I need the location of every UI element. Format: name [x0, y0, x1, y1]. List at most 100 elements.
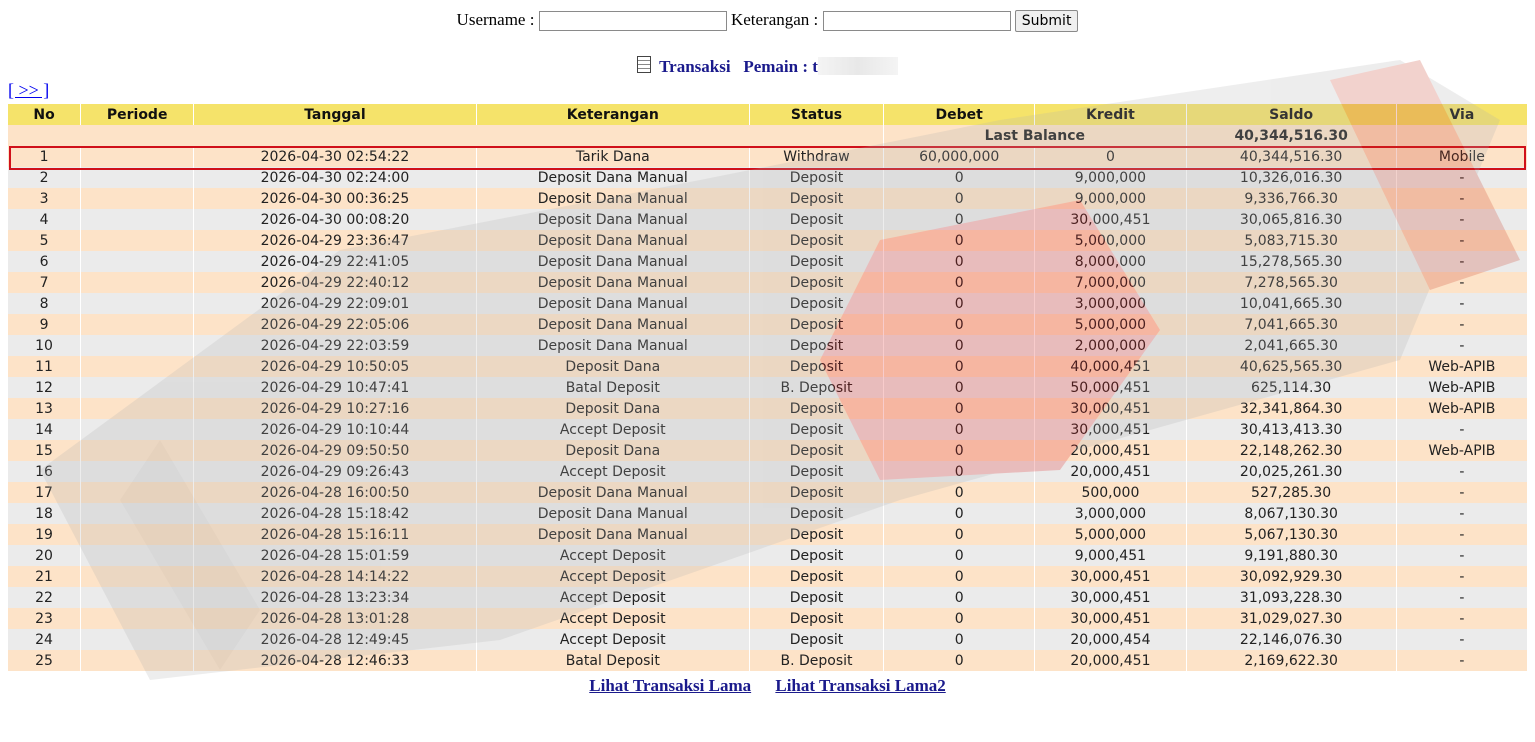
cell-periode — [81, 188, 194, 209]
cell-periode — [81, 398, 194, 419]
cell-via: - — [1396, 293, 1527, 314]
table-row: 15 2026-04-29 09:50:50 Deposit Dana Deposit… — [8, 440, 1527, 461]
table-row: 9 2026-04-29 22:05:06 Deposit Dana Manual D… — [8, 314, 1527, 335]
cell-saldo: 9,336,766.30 — [1186, 188, 1396, 209]
cell-via: Web-APIB — [1396, 377, 1527, 398]
cell-no: 4 — [8, 209, 81, 230]
last-balance-row: Last Balance 40,344,516.30 — [8, 125, 1527, 146]
cell-debet: 0 — [884, 293, 1035, 314]
cell-keterangan: Accept Deposit — [476, 419, 749, 440]
cell-status: Deposit — [749, 545, 884, 566]
cell-status: B. Deposit — [749, 377, 884, 398]
cell-tanggal: 2026-04-30 00:36:25 — [194, 188, 476, 209]
cell-saldo: 15,278,565.30 — [1186, 251, 1396, 272]
column-header-saldo[interactable]: Saldo — [1186, 104, 1396, 125]
cell-saldo: 5,083,715.30 — [1186, 230, 1396, 251]
cell-status: Deposit — [749, 440, 884, 461]
cell-via: - — [1396, 629, 1527, 650]
footer-links: Lihat Transaksi Lama Lihat Transaksi Lam… — [0, 676, 1535, 696]
cell-no: 2 — [8, 167, 81, 188]
cell-saldo: 40,625,565.30 — [1186, 356, 1396, 377]
cell-kredit: 20,000,451 — [1035, 650, 1186, 671]
last-balance-spacer — [8, 125, 884, 146]
cell-no: 21 — [8, 566, 81, 587]
cell-tanggal: 2026-04-29 22:05:06 — [194, 314, 476, 335]
cell-no: 16 — [8, 461, 81, 482]
cell-tanggal: 2026-04-29 10:10:44 — [194, 419, 476, 440]
column-header-kredit[interactable]: Kredit — [1035, 104, 1186, 125]
table-row: 14 2026-04-29 10:10:44 Accept Deposit Depos… — [8, 419, 1527, 440]
cell-periode — [81, 314, 194, 335]
cell-tanggal: 2026-04-29 09:26:43 — [194, 461, 476, 482]
column-header-no[interactable]: No — [8, 104, 81, 125]
cell-kredit: 30,000,451 — [1035, 209, 1186, 230]
column-header-tanggal[interactable]: Tanggal — [194, 104, 476, 125]
cell-kredit: 500,000 — [1035, 482, 1186, 503]
table-row: 12 2026-04-29 10:47:41 Batal Deposit B. Dep… — [8, 377, 1527, 398]
cell-kredit: 50,000,451 — [1035, 377, 1186, 398]
table-row: 18 2026-04-28 15:18:42 Deposit Dana Manual… — [8, 503, 1527, 524]
cell-no: 15 — [8, 440, 81, 461]
cell-debet: 0 — [884, 167, 1035, 188]
cell-via: - — [1396, 188, 1527, 209]
submit-button[interactable]: Submit — [1014, 10, 1079, 33]
cell-via: - — [1396, 461, 1527, 482]
cell-keterangan: Accept Deposit — [476, 566, 749, 587]
cell-via: - — [1396, 608, 1527, 629]
cell-keterangan: Deposit Dana — [476, 398, 749, 419]
cell-no: 8 — [8, 293, 81, 314]
cell-periode — [81, 230, 194, 251]
cell-debet: 0 — [884, 398, 1035, 419]
cell-tanggal: 2026-04-28 15:16:11 — [194, 524, 476, 545]
cell-saldo: 5,067,130.30 — [1186, 524, 1396, 545]
cell-no: 23 — [8, 608, 81, 629]
cell-status: Deposit — [749, 314, 884, 335]
table-row: 17 2026-04-28 16:00:50 Deposit Dana Manual… — [8, 482, 1527, 503]
cell-periode — [81, 335, 194, 356]
cell-kredit: 20,000,451 — [1035, 461, 1186, 482]
cell-via: - — [1396, 524, 1527, 545]
cell-keterangan: Deposit Dana Manual — [476, 524, 749, 545]
cell-tanggal: 2026-04-28 15:01:59 — [194, 545, 476, 566]
cell-via: - — [1396, 335, 1527, 356]
column-header-via[interactable]: Via — [1396, 104, 1527, 125]
cell-debet: 0 — [884, 461, 1035, 482]
keterangan-label: Keterangan : — [730, 10, 819, 29]
cell-debet: 0 — [884, 419, 1035, 440]
cell-debet: 0 — [884, 188, 1035, 209]
cell-no: 19 — [8, 524, 81, 545]
table-row: 5 2026-04-29 23:36:47 Deposit Dana Manual D… — [8, 230, 1527, 251]
cell-saldo: 8,067,130.30 — [1186, 503, 1396, 524]
cell-via: - — [1396, 587, 1527, 608]
next-page-link[interactable]: [ >> ] — [8, 80, 49, 101]
old-transactions-link-2[interactable]: Lihat Transaksi Lama2 — [775, 676, 945, 695]
cell-debet: 0 — [884, 629, 1035, 650]
cell-keterangan: Accept Deposit — [476, 629, 749, 650]
cell-keterangan: Deposit Dana Manual — [476, 314, 749, 335]
cell-debet: 0 — [884, 524, 1035, 545]
cell-debet: 0 — [884, 209, 1035, 230]
cell-debet: 0 — [884, 566, 1035, 587]
last-balance-label: Last Balance — [884, 125, 1186, 146]
cell-keterangan: Batal Deposit — [476, 377, 749, 398]
column-header-debet[interactable]: Debet — [884, 104, 1035, 125]
column-header-status[interactable]: Status — [749, 104, 884, 125]
cell-kredit: 20,000,454 — [1035, 629, 1186, 650]
cell-debet: 0 — [884, 587, 1035, 608]
cell-keterangan: Deposit Dana — [476, 356, 749, 377]
cell-status: Deposit — [749, 398, 884, 419]
cell-periode — [81, 251, 194, 272]
username-input[interactable] — [538, 11, 727, 32]
cell-via: Web-APIB — [1396, 440, 1527, 461]
column-header-keterangan[interactable]: Keterangan — [476, 104, 749, 125]
cell-via: - — [1396, 650, 1527, 671]
cell-keterangan: Deposit Dana Manual — [476, 482, 749, 503]
cell-via: Web-APIB — [1396, 398, 1527, 419]
transaction-table: No Periode Tanggal Keterangan Status Deb… — [7, 104, 1528, 671]
cell-keterangan: Deposit Dana Manual — [476, 167, 749, 188]
column-header-periode[interactable]: Periode — [81, 104, 194, 125]
old-transactions-link[interactable]: Lihat Transaksi Lama — [589, 676, 751, 695]
cell-status: Deposit — [749, 272, 884, 293]
cell-status: Deposit — [749, 251, 884, 272]
keterangan-input[interactable] — [822, 11, 1011, 32]
